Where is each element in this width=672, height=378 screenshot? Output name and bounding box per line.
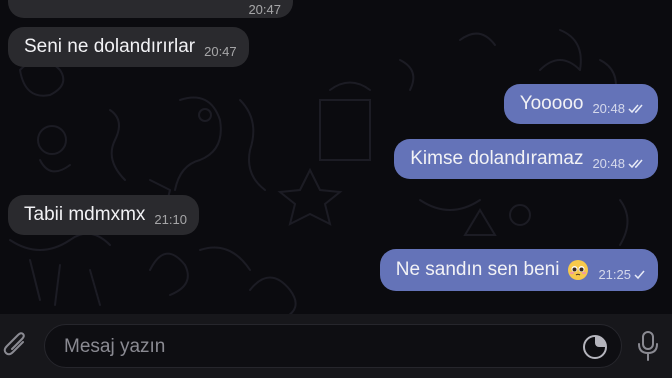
message-bubble-incoming[interactable]: 20:47 — [8, 0, 293, 18]
pleading-face-emoji — [567, 259, 589, 281]
message-text: Yooooo — [519, 93, 584, 114]
message-time: 20:48 — [592, 101, 625, 116]
sticker-icon[interactable] — [582, 334, 608, 365]
message-text: Ne sandın sen beni — [395, 259, 560, 280]
microphone-icon[interactable] — [637, 330, 659, 367]
single-check-icon — [634, 270, 646, 280]
message-bubble-incoming[interactable]: Tabii mdmxmx 21:10 — [8, 195, 199, 235]
message-time: 21:10 — [154, 212, 187, 227]
attach-icon[interactable] — [3, 332, 29, 365]
message-meta: 21:25 — [598, 267, 646, 282]
message-input-placeholder: Mesaj yazın — [64, 336, 166, 357]
message-input[interactable]: Mesaj yazın — [44, 324, 622, 368]
message-time: 21:25 — [598, 267, 631, 282]
message-meta: 20:48 — [592, 101, 646, 116]
message-bubble-outgoing[interactable]: Ne sandın sen beni 21:25 — [379, 249, 658, 291]
message-bubble-incoming[interactable]: Seni ne dolandırırlar 20:47 — [8, 27, 249, 67]
message-text: Seni ne dolandırırlar — [24, 36, 196, 57]
message-time: 20:48 — [592, 156, 625, 171]
message-bubble-outgoing[interactable]: Kimse dolandıramaz 20:48 — [394, 139, 658, 179]
double-check-icon — [628, 159, 646, 169]
message-text: Kimse dolandıramaz — [410, 148, 584, 169]
message-composer: Mesaj yazın — [0, 314, 672, 378]
message-time: 20:47 — [204, 44, 237, 59]
message-text: Tabii mdmxmx — [24, 204, 146, 225]
message-time: 20:47 — [248, 1, 281, 17]
message-bubble-outgoing[interactable]: Yooooo 20:48 — [503, 84, 658, 124]
double-check-icon — [628, 104, 646, 114]
message-meta: 20:48 — [592, 156, 646, 171]
